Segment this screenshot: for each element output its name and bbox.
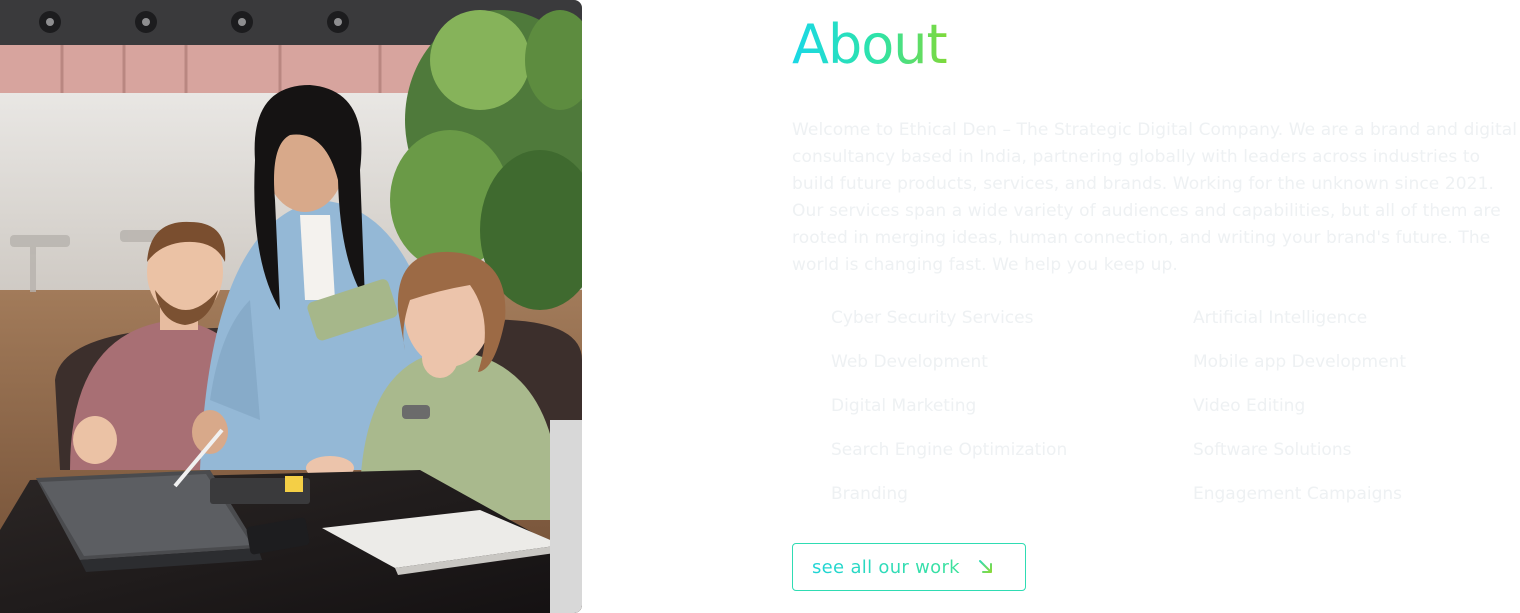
team-photo-illustration (0, 0, 582, 613)
service-item: Mobile app Development (1193, 352, 1407, 372)
service-item: Artificial Intelligence (1193, 308, 1368, 328)
service-item: Video Editing (1193, 396, 1306, 416)
about-section: About Welcome to Ethical Den – The Strat… (0, 0, 1520, 613)
see-all-work-button[interactable]: see all our work (792, 543, 1026, 591)
service-item: Cyber Security Services (831, 308, 1034, 328)
team-photo (0, 0, 582, 613)
service-item: Software Solutions (1193, 440, 1352, 460)
service-item: Search Engine Optimization (831, 440, 1068, 460)
service-item: Branding (831, 484, 908, 504)
services-list: Cyber Security Services Artificial Intel… (831, 304, 1491, 524)
service-item: Digital Marketing (831, 396, 977, 416)
service-item: Web Development (831, 352, 988, 372)
about-content: About Welcome to Ethical Den – The Strat… (792, 0, 1520, 613)
service-item: Engagement Campaigns (1193, 484, 1403, 504)
about-paragraph: Welcome to Ethical Den – The Strategic D… (792, 120, 1518, 275)
see-all-work-label: see all our work (812, 556, 960, 578)
about-heading: About (792, 13, 948, 76)
arrow-down-right-icon (976, 557, 996, 577)
